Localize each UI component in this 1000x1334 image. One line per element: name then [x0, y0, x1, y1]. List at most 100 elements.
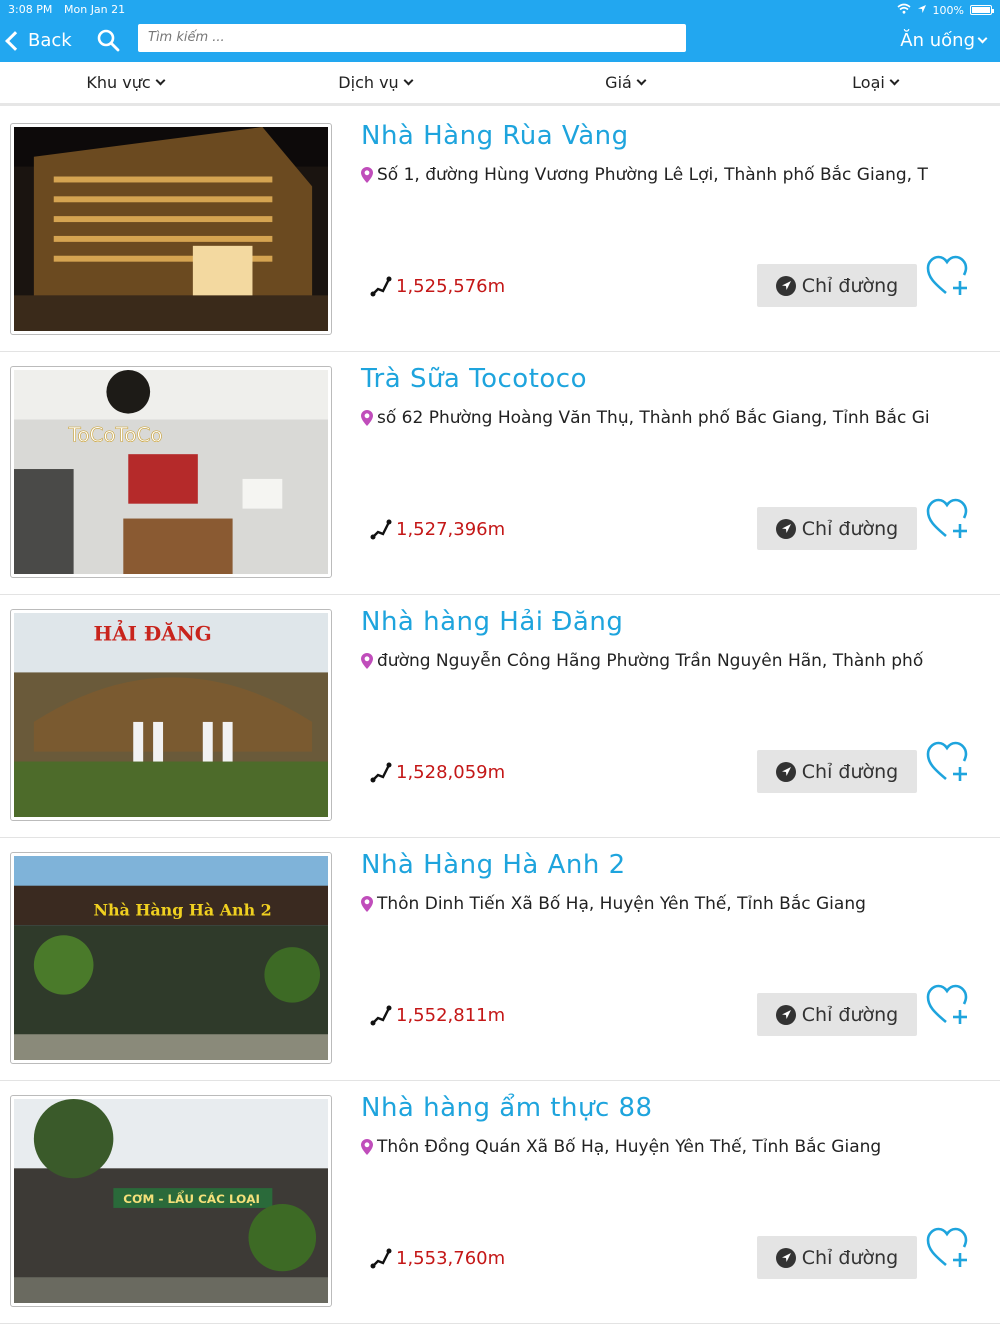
distance: 1,552,811m [370, 1004, 505, 1026]
svg-text:CƠM - LẨU CÁC LOẠI: CƠM - LẨU CÁC LOẠI [123, 1189, 260, 1206]
category-label: Ăn uống [900, 30, 975, 51]
place-name[interactable]: Nhà Hàng Hà Anh 2 [361, 850, 626, 880]
address-text: Thôn Đồng Quán Xã Bố Hạ, Huyện Yên Thế, … [377, 1137, 882, 1157]
filter-area[interactable]: Khu vực [0, 62, 250, 103]
back-label: Back [28, 30, 72, 51]
battery-percent: 100% [932, 3, 964, 17]
location-pin-icon [361, 167, 373, 183]
directions-label: Chỉ đường [801, 760, 899, 783]
location-pin-icon [361, 410, 373, 426]
search-icon[interactable] [96, 28, 120, 52]
directions-label: Chỉ đường [801, 1003, 899, 1026]
location-pin-icon [361, 896, 373, 912]
directions-label: Chỉ đường [801, 1246, 899, 1269]
distance-text: 1,553,760m [396, 1247, 506, 1269]
back-button[interactable]: Back [5, 30, 72, 51]
add-favorite-icon[interactable] [926, 984, 972, 1026]
place-photo[interactable] [10, 123, 332, 335]
filter-label: Khu vực [86, 73, 151, 92]
search-input[interactable]: Tìm kiếm ... [138, 24, 686, 52]
filter-price[interactable]: Giá [500, 62, 750, 103]
location-pin-icon [361, 653, 373, 669]
place-address: Số 1, đường Hùng Vương Phường Lê Lợi, Th… [361, 165, 961, 185]
filter-service[interactable]: Dịch vụ [250, 62, 500, 103]
directions-label: Chỉ đường [801, 517, 899, 540]
chevron-down-icon [977, 33, 988, 44]
add-favorite-icon[interactable] [926, 741, 972, 783]
chevron-down-icon [403, 75, 414, 86]
place-address: đường Nguyễn Công Hãng Phường Trần Nguyê… [361, 651, 961, 671]
distance-text: 1,527,396m [396, 518, 506, 540]
location-arrow-icon [917, 4, 927, 17]
add-favorite-icon[interactable] [926, 1227, 972, 1269]
add-favorite-icon[interactable] [926, 498, 972, 540]
place-photo[interactable]: ToCoToCo [10, 366, 332, 578]
distance-text: 1,552,811m [396, 1004, 506, 1026]
place-name[interactable]: Trà Sữa Tocotoco [361, 364, 587, 394]
address-text: Thôn Dinh Tiến Xã Bố Hạ, Huyện Yên Thế, … [377, 894, 866, 914]
place-list: Nhà Hàng Rùa Vàng Số 1, đường Hùng Vương… [0, 109, 1000, 1324]
directions-button[interactable]: Chỉ đường [757, 750, 917, 793]
list-item[interactable]: Nhà Hàng Rùa Vàng Số 1, đường Hùng Vương… [0, 109, 1000, 352]
list-item[interactable]: CƠM - LẨU CÁC LOẠI Nhà hàng ẩm thực 88 T… [0, 1081, 1000, 1324]
filter-bar: Khu vực Dịch vụ Giá Loại [0, 62, 1000, 106]
route-icon [370, 762, 392, 783]
status-bar: 3:08 PM Mon Jan 21 100% [0, 0, 1000, 20]
battery-icon [970, 5, 994, 15]
svg-text:HẢI ĐĂNG: HẢI ĐĂNG [93, 619, 211, 646]
add-favorite-icon[interactable] [926, 255, 972, 297]
list-item[interactable]: Nhà Hàng Hà Anh 2 Nhà Hàng Hà Anh 2 Thôn… [0, 838, 1000, 1081]
directions-label: Chỉ đường [801, 274, 899, 297]
directions-button[interactable]: Chỉ đường [757, 1236, 917, 1279]
chevron-down-icon [636, 75, 647, 86]
navigation-icon [775, 1004, 796, 1025]
distance: 1,553,760m [370, 1247, 505, 1269]
wifi-icon [897, 3, 911, 17]
route-icon [370, 1248, 392, 1269]
svg-text:ToCoToCo: ToCoToCo [68, 423, 163, 446]
top-bar: 3:08 PM Mon Jan 21 100% Back Tìm kiếm ..… [0, 0, 1000, 62]
list-item[interactable]: ToCoToCo Trà Sữa Tocotoco số 62 Phường H… [0, 352, 1000, 595]
category-dropdown[interactable]: Ăn uống [900, 30, 988, 51]
place-name[interactable]: Nhà Hàng Rùa Vàng [361, 121, 629, 151]
navigation-icon [775, 275, 796, 296]
directions-button[interactable]: Chỉ đường [757, 993, 917, 1036]
chevron-down-icon [155, 75, 166, 86]
place-name[interactable]: Nhà hàng Hải Đăng [361, 607, 623, 637]
place-photo[interactable]: CƠM - LẨU CÁC LOẠI [10, 1095, 332, 1307]
distance-text: 1,525,576m [396, 275, 506, 297]
distance: 1,525,576m [370, 275, 505, 297]
distance: 1,528,059m [370, 761, 505, 783]
place-address: Thôn Đồng Quán Xã Bố Hạ, Huyện Yên Thế, … [361, 1137, 961, 1157]
route-icon [370, 1005, 392, 1026]
list-item[interactable]: HẢI ĐĂNG Nhà hàng Hải Đăng đường Nguyễn … [0, 595, 1000, 838]
navigation-icon [775, 1247, 796, 1268]
route-icon [370, 519, 392, 540]
address-text: số 62 Phường Hoàng Văn Thụ, Thành phố Bắ… [377, 408, 930, 428]
status-indicators: 100% [897, 3, 994, 17]
distance-text: 1,528,059m [396, 761, 506, 783]
address-text: đường Nguyễn Công Hãng Phường Trần Nguyê… [377, 651, 924, 671]
address-text: Số 1, đường Hùng Vương Phường Lê Lợi, Th… [377, 165, 928, 185]
filter-label: Loại [852, 73, 885, 92]
place-name[interactable]: Nhà hàng ẩm thực 88 [361, 1093, 653, 1123]
route-icon [370, 276, 392, 297]
location-pin-icon [361, 1139, 373, 1155]
place-photo[interactable]: HẢI ĐĂNG [10, 609, 332, 821]
navigation-icon [775, 761, 796, 782]
place-address: số 62 Phường Hoàng Văn Thụ, Thành phố Bắ… [361, 408, 961, 428]
place-address: Thôn Dinh Tiến Xã Bố Hạ, Huyện Yên Thế, … [361, 894, 961, 914]
svg-text:Nhà Hàng Hà Anh 2: Nhà Hàng Hà Anh 2 [93, 900, 271, 919]
chevron-left-icon [5, 30, 25, 51]
place-photo[interactable]: Nhà Hàng Hà Anh 2 [10, 852, 332, 1064]
directions-button[interactable]: Chỉ đường [757, 264, 917, 307]
distance: 1,527,396m [370, 518, 505, 540]
status-time: 3:08 PM [8, 3, 53, 16]
status-date: Mon Jan 21 [64, 3, 126, 16]
filter-type[interactable]: Loại [750, 62, 1000, 103]
filter-label: Giá [605, 73, 632, 92]
directions-button[interactable]: Chỉ đường [757, 507, 917, 550]
filter-label: Dịch vụ [338, 73, 399, 92]
chevron-down-icon [889, 75, 900, 86]
navigation-icon [775, 518, 796, 539]
